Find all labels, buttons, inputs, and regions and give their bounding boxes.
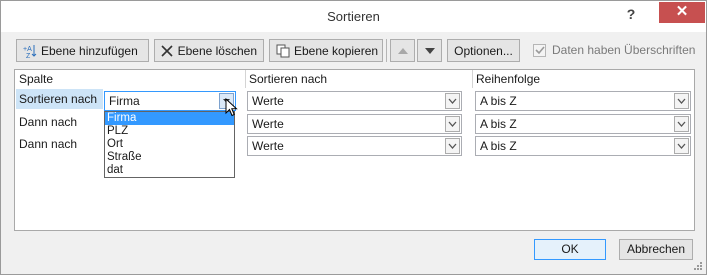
column-divider [472,70,473,88]
dropdown-button[interactable] [445,93,460,109]
checkmark-icon [534,46,545,55]
delete-x-icon [161,44,174,58]
dropdown-option[interactable]: PLZ [105,125,234,138]
chevron-down-icon [677,98,686,104]
svg-text:+A: +A [23,46,32,53]
row-label: Dann nach [19,115,78,129]
order-value: A bis Z [480,139,517,153]
add-level-button[interactable]: +A Z Ebene hinzufügen [16,39,149,62]
arrow-down-icon [424,47,435,54]
sort-on-select[interactable]: Werte [247,114,462,134]
column-select[interactable]: Firma [104,91,236,111]
dropdown-button[interactable] [674,116,689,132]
delete-level-button[interactable]: Ebene löschen [154,39,264,62]
column-header-spalte: Spalte [19,72,54,86]
sort-on-select[interactable]: Werte [247,136,462,156]
column-dropdown-list: Firma PLZ Ort Straße dat [104,111,235,178]
toolbar-separator [386,39,387,62]
move-down-button[interactable] [417,39,442,62]
chevron-down-icon [677,143,686,149]
sort-dialog: Sortieren ? ✕ +A Z Ebene hinzufügen Eben… [0,0,707,275]
order-value: A bis Z [480,117,517,131]
arrow-up-icon [397,47,408,54]
order-select[interactable]: A bis Z [475,91,691,111]
dropdown-button[interactable] [674,138,689,154]
ok-button[interactable]: OK [534,239,606,260]
copy-level-label: Ebene kopieren [294,43,379,58]
column-divider [245,70,246,88]
dropdown-option[interactable]: Straße [105,151,234,164]
sort-on-value: Werte [252,117,284,131]
help-button[interactable]: ? [619,5,643,23]
add-level-label: Ebene hinzufügen [41,43,138,58]
order-select[interactable]: A bis Z [475,114,691,134]
svg-text:Z: Z [26,53,31,58]
row-label: Sortieren nach [19,92,98,106]
dropdown-option[interactable]: Ort [105,138,234,151]
dropdown-option[interactable]: dat [105,164,234,177]
chevron-down-icon [448,98,457,104]
mouse-cursor-icon [225,98,238,117]
copy-icon [276,44,290,58]
title-bar: Sortieren ? ✕ [1,1,706,32]
options-label: Optionen... [454,43,513,58]
cancel-button[interactable]: Abbrechen [619,239,693,260]
options-button[interactable]: Optionen... [447,39,520,62]
dialog-title: Sortieren [327,9,380,24]
copy-level-button[interactable]: Ebene kopieren [269,39,383,62]
column-select-value: Firma [109,94,140,108]
sort-on-value: Werte [252,139,284,153]
dropdown-option[interactable]: Firma [105,112,234,125]
close-button[interactable]: ✕ [659,2,705,23]
headers-checkbox[interactable]: Daten haben Überschriften [533,43,695,57]
sort-on-select[interactable]: Werte [247,91,462,111]
resize-grip-icon[interactable] [693,261,703,271]
order-select[interactable]: A bis Z [475,136,691,156]
headers-checkbox-label: Daten haben Überschriften [552,43,696,57]
chevron-down-icon [448,121,457,127]
chevron-down-icon [677,121,686,127]
column-header-sort-on: Sortieren nach [249,72,328,86]
column-header-order: Reihenfolge [476,72,541,86]
delete-level-label: Ebene löschen [177,43,257,58]
dropdown-button[interactable] [445,138,460,154]
move-up-button[interactable] [390,39,415,62]
add-level-icon: +A Z [23,44,37,58]
chevron-down-icon [448,143,457,149]
order-value: A bis Z [480,94,517,108]
row-label: Dann nach [19,137,78,151]
checkbox-box[interactable] [533,43,546,57]
sort-on-value: Werte [252,94,284,108]
dropdown-button[interactable] [674,93,689,109]
dropdown-button[interactable] [445,116,460,132]
